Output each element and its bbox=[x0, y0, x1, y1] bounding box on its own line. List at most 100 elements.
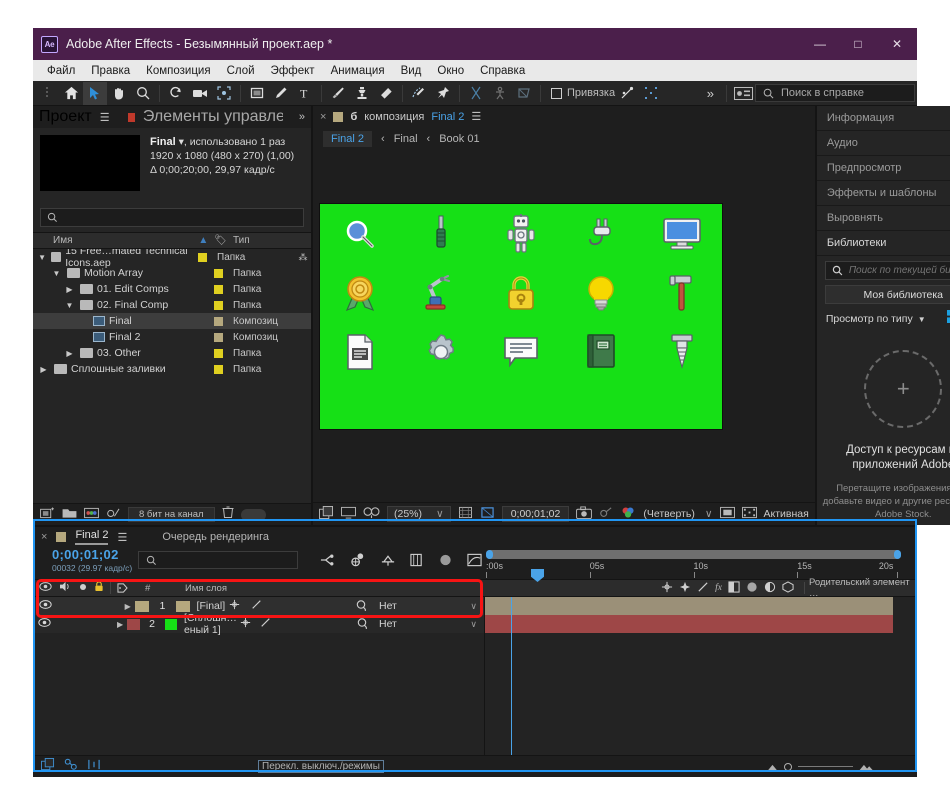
3d-glasses-icon[interactable] bbox=[363, 506, 380, 522]
layer-quality-switch[interactable] bbox=[255, 617, 276, 631]
label-swatch[interactable] bbox=[214, 364, 223, 374]
draft-3d-icon[interactable] bbox=[350, 552, 366, 572]
transparency-grid-icon[interactable] bbox=[741, 506, 757, 522]
timeline-layer-row[interactable]: ▶ 2 [Сплошн…еный 1] Нет ∨ bbox=[33, 612, 484, 636]
hide-shy-layers-icon[interactable] bbox=[380, 553, 396, 572]
disclosure-triangle[interactable]: ▶ bbox=[63, 285, 76, 294]
toggle-switches-modes-icon[interactable] bbox=[41, 757, 55, 776]
timeline-timecode[interactable]: 0;00;01;02 00032 (29.97 кадр/с) bbox=[33, 547, 138, 573]
library-search-input[interactable]: ▼ bbox=[824, 261, 950, 280]
brush-tool-icon[interactable] bbox=[326, 82, 350, 105]
motion-graphics-icon[interactable] bbox=[87, 758, 101, 776]
layer-bar-final[interactable] bbox=[485, 597, 893, 615]
layer-label-swatch[interactable] bbox=[135, 600, 149, 612]
pen-tool-icon[interactable] bbox=[269, 82, 293, 105]
label-swatch[interactable] bbox=[214, 332, 223, 342]
library-search-field[interactable] bbox=[848, 265, 950, 276]
layer-number-header[interactable]: # bbox=[145, 583, 175, 594]
library-select[interactable]: Моя библиотека ▼ bbox=[824, 285, 950, 304]
show-snapshot-icon[interactable] bbox=[599, 506, 614, 522]
layer-parent-select[interactable]: Нет ∨ bbox=[372, 600, 484, 612]
comp-monitor-icon[interactable] bbox=[341, 506, 356, 522]
project-tree-row[interactable]: Final 2 Композиц bbox=[33, 329, 311, 345]
project-settings-icon[interactable] bbox=[84, 506, 99, 524]
layer-name[interactable]: [Сплошн…еный 1] bbox=[184, 612, 237, 636]
rotation-tool-icon[interactable] bbox=[164, 82, 188, 105]
timeline-zoom-slider[interactable] bbox=[767, 758, 875, 776]
project-tree-row[interactable]: ▶ 03. Other Папка bbox=[33, 345, 311, 361]
project-footer-pill[interactable] bbox=[240, 508, 266, 521]
roto-brush-tool-icon[interactable] bbox=[407, 82, 431, 105]
tab-final-2[interactable]: Final 2 bbox=[75, 529, 109, 545]
interpret-footage-icon[interactable] bbox=[106, 506, 121, 524]
parent-pickwhip-icon[interactable] bbox=[352, 617, 372, 632]
label-swatch[interactable] bbox=[214, 284, 223, 294]
shape-tool-icon[interactable] bbox=[245, 82, 269, 105]
label-swatch[interactable] bbox=[198, 252, 207, 262]
project-tree-row[interactable]: ▼ 02. Final Comp Папка bbox=[33, 297, 311, 313]
composition-viewer[interactable] bbox=[313, 150, 815, 502]
bit-depth-button[interactable]: 8 бит на канал bbox=[128, 507, 215, 522]
layer-transform-switch[interactable] bbox=[225, 599, 244, 613]
home-icon[interactable] bbox=[59, 82, 83, 105]
help-search-input[interactable]: Поиск в справке bbox=[755, 84, 915, 102]
project-tree-row[interactable]: ▶ 01. Edit Comps Папка bbox=[33, 281, 311, 297]
disclosure-triangle[interactable]: ▼ bbox=[50, 269, 63, 278]
menu-item-1[interactable]: Правка bbox=[83, 63, 138, 79]
layer-bar-solid[interactable] bbox=[485, 615, 893, 633]
layer-disclosure[interactable]: ▶ bbox=[113, 620, 127, 629]
menu-item-5[interactable]: Анимация bbox=[323, 63, 393, 79]
snapshot-camera-icon[interactable] bbox=[576, 506, 593, 522]
snap-bounding-icon[interactable] bbox=[639, 82, 663, 105]
menu-item-7[interactable]: Окно bbox=[429, 63, 472, 79]
project-overflow-button[interactable]: » bbox=[299, 111, 305, 123]
grid-guides-icon[interactable] bbox=[458, 506, 473, 522]
disclosure-triangle[interactable]: ▶ bbox=[63, 349, 76, 358]
current-timecode-display[interactable]: 0;00;01;02 bbox=[501, 506, 570, 522]
library-dropzone[interactable]: + Доступ к ресурсам из приложений Adobe … bbox=[817, 332, 950, 525]
menu-item-2[interactable]: Композиция bbox=[138, 63, 218, 79]
green-screen-canvas[interactable] bbox=[319, 203, 723, 430]
toolbar-overflow-button[interactable]: » bbox=[699, 86, 722, 101]
disclosure-triangle[interactable]: ▼ bbox=[63, 301, 76, 310]
panel-libraries[interactable]: Библиотеки ☰ bbox=[816, 231, 950, 256]
view-by-type-select[interactable]: Просмотр по типу ▼ bbox=[826, 313, 926, 325]
menu-item-8[interactable]: Справка bbox=[472, 63, 533, 79]
zoom-out-icon[interactable] bbox=[767, 758, 778, 776]
selection-tool-icon[interactable] bbox=[83, 81, 107, 105]
new-folder-icon[interactable] bbox=[62, 506, 77, 524]
timeline-tracks[interactable] bbox=[485, 569, 917, 755]
zoom-level-select[interactable]: (25%) ∨ bbox=[387, 506, 451, 522]
motion-blur-icon[interactable] bbox=[438, 553, 453, 572]
layer-name-header[interactable]: Имя слоя bbox=[175, 583, 655, 594]
delete-icon[interactable] bbox=[222, 506, 234, 524]
breadcrumb-item-1[interactable]: Final bbox=[394, 133, 418, 145]
menu-item-6[interactable]: Вид bbox=[393, 63, 430, 79]
channel-select-icon[interactable] bbox=[621, 506, 636, 522]
label-swatch[interactable] bbox=[214, 300, 223, 310]
project-tree-row[interactable]: Final Композиц bbox=[33, 313, 311, 329]
panel-tab-3[interactable]: Эффекты и шаблоны bbox=[816, 181, 950, 206]
zoom-tool-icon[interactable] bbox=[131, 82, 155, 105]
switches-modes-label[interactable]: Перекл. выключ./режимы bbox=[258, 760, 384, 773]
project-tree-row[interactable]: ▼ 15 Free…mated Technical Icons.aep Папка ⁂ bbox=[33, 249, 311, 269]
layer-name[interactable]: [Final] bbox=[197, 600, 226, 612]
lock-icon[interactable]: б bbox=[350, 111, 357, 123]
close-tab-icon[interactable]: × bbox=[320, 111, 326, 123]
resolution-select[interactable]: (Четверть) ∨ bbox=[643, 508, 712, 520]
zoom-slider-knob[interactable] bbox=[784, 762, 792, 771]
new-comp-icon[interactable] bbox=[40, 506, 55, 524]
toggle-transparency-grid-icon[interactable] bbox=[319, 506, 334, 522]
disclosure-triangle[interactable]: ▼ bbox=[37, 253, 47, 262]
hand-tool-icon[interactable] bbox=[107, 82, 131, 105]
close-tab-icon[interactable]: × bbox=[41, 531, 47, 543]
view-mode-value[interactable]: Активная bbox=[764, 508, 809, 520]
add-asset-icon[interactable]: + bbox=[864, 350, 943, 428]
zoom-in-icon[interactable] bbox=[859, 758, 875, 776]
column-name[interactable]: Имя bbox=[33, 235, 198, 246]
graph-editor-icon[interactable] bbox=[467, 553, 482, 572]
snapping-toggle[interactable]: Привязка bbox=[551, 87, 615, 99]
layer-visibility-toggle[interactable] bbox=[33, 600, 58, 612]
work-area-bar[interactable] bbox=[486, 550, 901, 559]
frame-blending-icon[interactable] bbox=[410, 553, 424, 572]
